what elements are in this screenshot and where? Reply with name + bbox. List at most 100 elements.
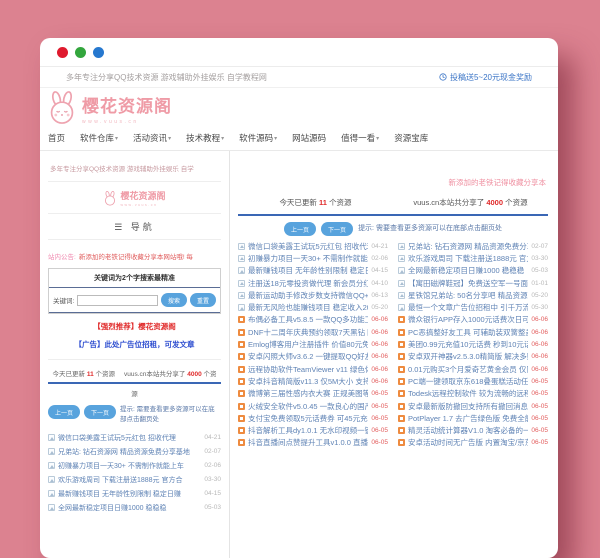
site-title: 樱花资源阁 (82, 92, 172, 117)
nav-item-label: 软件仓库 (80, 132, 114, 144)
resource-type-icon (398, 329, 405, 336)
list-item[interactable]: 抖音解析工具dy1.0.1 无水印视频一键解析软件 06-05 (238, 424, 388, 436)
resource-title: 最新无风险也能赚钱项目 稳定收入200-500元 (248, 302, 368, 313)
resource-title: 安卓最新版防撤回支持所有撤回消息了! iOS版 (408, 401, 528, 412)
list-item[interactable]: PC恶搞整好友工具 可辅助装双簧整蛊专家 效 06-06 (398, 326, 548, 338)
list-item[interactable]: 微众银行APP存入1000元话费次日可以获得充 06-06 (398, 314, 548, 326)
list-item[interactable]: 布偶必备工具v5.8.5 一款QQ多功能工具软件 06-06 (238, 314, 388, 326)
pagination-tip: 提示: 需要查看更多资源可以在底部点击翻页处 (120, 405, 221, 425)
next-page-button[interactable]: 下一页 (84, 405, 116, 419)
list-item[interactable]: 最新赚钱项目 无年龄性别限制 稳定日赚300+ 04-15 (238, 265, 388, 277)
bunny-logo-icon (46, 91, 78, 125)
list-item[interactable]: 0.01元购买3个月爱奇艺黄金会员 仅限京东plus 06-06 (398, 363, 548, 375)
resource-date: 06-06 (531, 329, 548, 336)
list-item[interactable]: 远程协助软件TeamViewer v11 绿色体积 方便 06-06 (238, 363, 388, 375)
list-item[interactable]: 最新无风险也能赚钱项目 稳定收入200-500元 05-20 (238, 301, 388, 313)
list-item[interactable]: 美团0.99元充值10元话费 秒到10元话费秒到 06-06 (398, 338, 548, 350)
close-button[interactable] (57, 47, 68, 58)
resource-type-icon (238, 427, 245, 434)
resource-type-icon (398, 439, 405, 446)
resource-date: 05-03 (204, 504, 221, 511)
next-page-button[interactable]: 下一页 (321, 222, 353, 236)
list-item[interactable]: 微博第三届性感内衣大赛 正规美图等价视频 06-05 (238, 388, 388, 400)
list-item[interactable]: 抖音直播间点赞提升工具v1.0.0 直播间自动发 06-05 (238, 437, 388, 449)
nav-toggle[interactable]: ☰ 导航 (48, 213, 221, 240)
resource-list-left-column: 微信口袋美露王试玩5元红包 招收代理 04-21 初赚暴力项目一天30+ 不需制… (238, 240, 388, 449)
prev-page-button[interactable]: 上一页 (48, 405, 80, 419)
sidebar-logo[interactable]: 樱花资源阁 www.vuus.cn (48, 182, 221, 213)
resource-title: 安卓活动时间无广告版 内置淘宝/京东/苏宁/拼 (408, 437, 528, 448)
nav-item-label: 网站源码 (292, 132, 326, 144)
list-item[interactable]: 【寓田磁牌鞋冠】免费送空军一号面值1970元 01-01 (398, 277, 548, 289)
resource-title: 欢乐游戏周司 下载注册送1888元 官方合作 (408, 253, 528, 264)
submit-reward-link[interactable]: 投稿送5~20元现金奖励 (439, 72, 532, 83)
resource-date: 04-15 (371, 267, 388, 274)
list-item[interactable]: 安卓双开神器v2.5.3.0精简版 解决多账号问题 06-06 (398, 351, 548, 363)
nav-item[interactable]: 软件仓库 ▾ (80, 132, 118, 144)
site-logo[interactable]: 樱花资源阁 www.vuus.cn (40, 88, 558, 127)
list-item[interactable]: 最新赚钱项目 无年龄性别限制 稳定日赚 04-15 (48, 487, 221, 501)
list-item[interactable]: Emlog博客用户注册插件 价值80元免费分享 06-06 (238, 338, 388, 350)
nav-item[interactable]: 资源宝库 (394, 132, 428, 144)
stats-total: vuus.cn本站共分享了 4000 个资 (124, 368, 217, 378)
list-item[interactable]: 安卓最新版防撤回支持所有撤回消息了! iOS版 06-05 (398, 400, 548, 412)
prev-page-button[interactable]: 上一页 (284, 222, 316, 236)
list-item[interactable]: PotPlayer 1.7 去广告绿色版 免费全能影音播 06-05 (398, 412, 548, 424)
maximize-button[interactable] (93, 47, 104, 58)
reset-button[interactable]: 重置 (190, 293, 216, 307)
list-item[interactable]: 欢乐游戏周司 下载注册送1888元 官方合作 03-30 (398, 252, 548, 264)
list-item[interactable]: 全网最新稳定项目日赚1000 稳稳稳 05-03 (398, 265, 548, 277)
list-item[interactable]: 微信口袋美露王试玩5元红包 招收代理 04-21 (238, 240, 388, 252)
nav-item[interactable]: 活动资讯 ▾ (133, 132, 171, 144)
list-item[interactable]: 微信口袋美露王试玩5元红包 招收代理 04-21 (48, 431, 221, 445)
list-item[interactable]: PC端一键领取京东618叠蛋糕活动任务工具 06-05 (398, 375, 548, 387)
resource-title: Todesk远程控制软件 较为流畅的远程协助工具 (408, 388, 528, 399)
list-item[interactable]: 支付宝免费领取5元话费券 可45元充值三网50 06-05 (238, 412, 388, 424)
nav-item[interactable]: 技术教程 ▾ (186, 132, 224, 144)
resource-type-icon (238, 439, 245, 446)
list-item[interactable]: 安卓抖音精简版v11.3 仅5M大小 支持账号登录 06-06 (238, 375, 388, 387)
pagination-tip: 提示: 需要查看更多资源可以在底部点击翻页处 (358, 224, 502, 235)
resource-title: 初赚暴力项目一天30+ 不需制作就能上车 (58, 461, 201, 471)
list-item[interactable]: 最新运动助手修改步数支持微信QQ+ZFB步 06-13 (238, 289, 388, 301)
stats-total: vuus.cn本站共分享了 4000 个资源 (393, 197, 548, 208)
list-item[interactable]: 兄弟站: 钻石资源网 精品资源免费分享基地 02-07 (398, 240, 548, 252)
resource-date: 05-30 (531, 304, 548, 311)
resource-title: 0.01元购买3个月爱奇艺黄金会员 仅限京东plus (408, 364, 528, 375)
resource-list-right-column: 兄弟站: 钻石资源网 精品资源免费分享基地 02-07 欢乐游戏周司 下载注册送… (398, 240, 548, 449)
list-item[interactable]: 星铁馆兄弟站: 50名分享吧 精品资源分享基地 05-20 (398, 289, 548, 301)
nav-item[interactable]: 网站源码 (292, 132, 326, 144)
minimize-button[interactable] (75, 47, 86, 58)
resource-date: 06-05 (371, 439, 388, 446)
nav-item-label: 值得一看 (341, 132, 375, 144)
keyword-input[interactable] (77, 295, 158, 306)
list-item[interactable]: DNF十二周年庆典预约领取7天黑钻 回归用户 06-06 (238, 326, 388, 338)
list-item[interactable]: 欢乐游戏周司 下载注册送1888元 官方合 03-30 (48, 473, 221, 487)
list-item[interactable]: 兄弟站: 钻石资源网 精品资源免费分享基地 02-07 (48, 445, 221, 459)
resource-date: 05-03 (531, 267, 548, 274)
list-item[interactable]: 最恒一个文章广告位招租中 引千万流 黑八方 05-30 (398, 301, 548, 313)
resource-title: 初赚暴力项目一天30+ 不需制作就能轻松上车 (248, 253, 368, 264)
list-item[interactable]: 初赚暴力项目一天30+ 不需制作就能上车 02-06 (48, 459, 221, 473)
promo-link-ad[interactable]: 【广告】此处广告位招租，可发文章 (48, 339, 221, 350)
resource-date: 06-05 (531, 403, 548, 410)
list-item[interactable]: 全网最新稳定项目日赚1000 稳稳稳 05-03 (48, 501, 221, 515)
list-item[interactable]: 注册送18元零投资做代理 新会员分红存1000 04-10 (238, 277, 388, 289)
list-item[interactable]: 火绒安全软件v5.0.45 一款良心的国产安全软件 06-05 (238, 400, 388, 412)
search-button[interactable]: 搜索 (161, 293, 187, 307)
list-item[interactable]: 安卓活动时间无广告版 内置淘宝/京东/苏宁/拼 06-05 (398, 437, 548, 449)
browser-window: 多年专注分享QQ技术资源 游戏辅助外挂娱乐 自学教程网 投稿送5~20元现金奖励… (40, 38, 558, 558)
nav-item[interactable]: 值得一看 ▾ (341, 132, 379, 144)
nav-item[interactable]: 首页 (48, 132, 65, 144)
list-item[interactable]: 精灵活动统计算器V1.0 淘客必备的一款软件 06-05 (398, 424, 548, 436)
list-item[interactable]: 安卓闪照大师v3.6.2 一键提取QQ好友发的闪照 06-06 (238, 351, 388, 363)
resource-date: 06-05 (371, 403, 388, 410)
resource-date: 06-05 (371, 415, 388, 422)
search-box: 关键词为2个字搜索最精准 关键词: 搜索 重置 (48, 268, 221, 314)
resource-title: 抖音解析工具dy1.0.1 无水印视频一键解析软件 (248, 425, 368, 436)
resource-title: 全网最新稳定项目日赚1000 稳稳稳 (408, 265, 528, 276)
list-item[interactable]: 初赚暴力项目一天30+ 不需制作就能轻松上车 02-06 (238, 252, 388, 264)
list-item[interactable]: Todesk远程控制软件 较为流畅的远程协助工具 06-05 (398, 388, 548, 400)
nav-item[interactable]: 软件源码 ▾ (239, 132, 277, 144)
promo-link-recommend[interactable]: 【强烈推荐】樱花资源阁 (48, 321, 221, 332)
